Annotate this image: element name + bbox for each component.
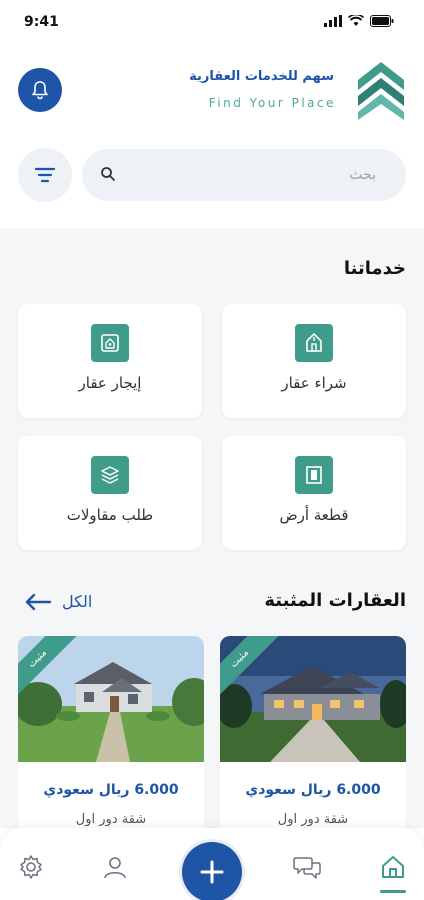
search-row bbox=[0, 148, 424, 204]
property-card[interactable]: مثبت 6.000 ريال سعودي شقة دور اول bbox=[18, 636, 204, 836]
service-label: قطعة أرض bbox=[279, 506, 349, 524]
layers-icon bbox=[91, 456, 129, 494]
service-label: إيجار عقار bbox=[78, 374, 142, 392]
active-nav-indicator bbox=[380, 890, 406, 893]
search-box bbox=[82, 149, 406, 201]
house-rent-icon bbox=[91, 324, 129, 362]
nav-profile[interactable] bbox=[100, 852, 130, 882]
status-icons bbox=[324, 15, 394, 27]
status-time: 9:41 bbox=[24, 14, 59, 30]
chat-icon bbox=[293, 857, 321, 879]
search-input[interactable] bbox=[126, 149, 390, 201]
service-card-buy[interactable]: شراء عقار bbox=[222, 304, 406, 418]
bottom-nav bbox=[0, 828, 424, 900]
arrow-left-icon bbox=[25, 593, 52, 610]
add-button[interactable] bbox=[182, 842, 242, 900]
battery-icon bbox=[370, 15, 394, 27]
featured-title: العقارات المثبتة bbox=[264, 590, 406, 611]
property-description: شقة دور اول bbox=[75, 812, 147, 827]
service-label: طلب مقاولات bbox=[66, 506, 154, 524]
brand-name: سهم للخدمات العقارية bbox=[189, 69, 334, 84]
nav-settings[interactable] bbox=[16, 852, 46, 882]
bell-icon bbox=[32, 81, 48, 100]
nav-chat[interactable] bbox=[292, 852, 322, 882]
filter-icon bbox=[34, 167, 56, 183]
property-image: مثبت bbox=[18, 636, 204, 762]
property-card[interactable]: مثبت 6.000 ريال سعودي شقة دور اول bbox=[220, 636, 406, 836]
signal-icon bbox=[324, 15, 342, 27]
property-price: 6.000 ريال سعودي bbox=[43, 782, 179, 798]
wifi-icon bbox=[348, 15, 364, 26]
service-card-land[interactable]: قطعة أرض bbox=[222, 436, 406, 550]
house-buy-icon bbox=[295, 324, 333, 362]
see-all-link[interactable]: الكل bbox=[24, 592, 92, 611]
settings-icon bbox=[20, 855, 42, 879]
see-all-label: الكل bbox=[62, 592, 93, 611]
services-title: خدماتنا bbox=[343, 258, 406, 279]
service-card-contracting[interactable]: طلب مقاولات bbox=[18, 436, 202, 550]
property-image: مثبت bbox=[220, 636, 406, 762]
status-bar: 9:41 bbox=[0, 0, 424, 44]
main-content: خدماتنا شراء عقار إيجار عقار قطعة أرض طل… bbox=[0, 228, 424, 836]
brand-logo-icon bbox=[358, 62, 404, 120]
brand-tagline: Find Your Place bbox=[208, 96, 336, 110]
user-icon bbox=[104, 857, 126, 879]
service-label: شراء عقار bbox=[281, 374, 347, 392]
app-header: سهم للخدمات العقارية Find Your Place bbox=[0, 52, 424, 132]
filter-button[interactable] bbox=[18, 148, 72, 202]
property-description: شقة دور اول bbox=[277, 812, 349, 827]
notification-button[interactable] bbox=[18, 68, 62, 112]
property-price: 6.000 ريال سعودي bbox=[245, 782, 381, 798]
nav-home[interactable] bbox=[378, 852, 408, 882]
land-plot-icon bbox=[295, 456, 333, 494]
add-icon bbox=[200, 860, 224, 884]
search-icon bbox=[101, 167, 115, 181]
home-icon bbox=[382, 856, 404, 878]
service-card-rent[interactable]: إيجار عقار bbox=[18, 304, 202, 418]
